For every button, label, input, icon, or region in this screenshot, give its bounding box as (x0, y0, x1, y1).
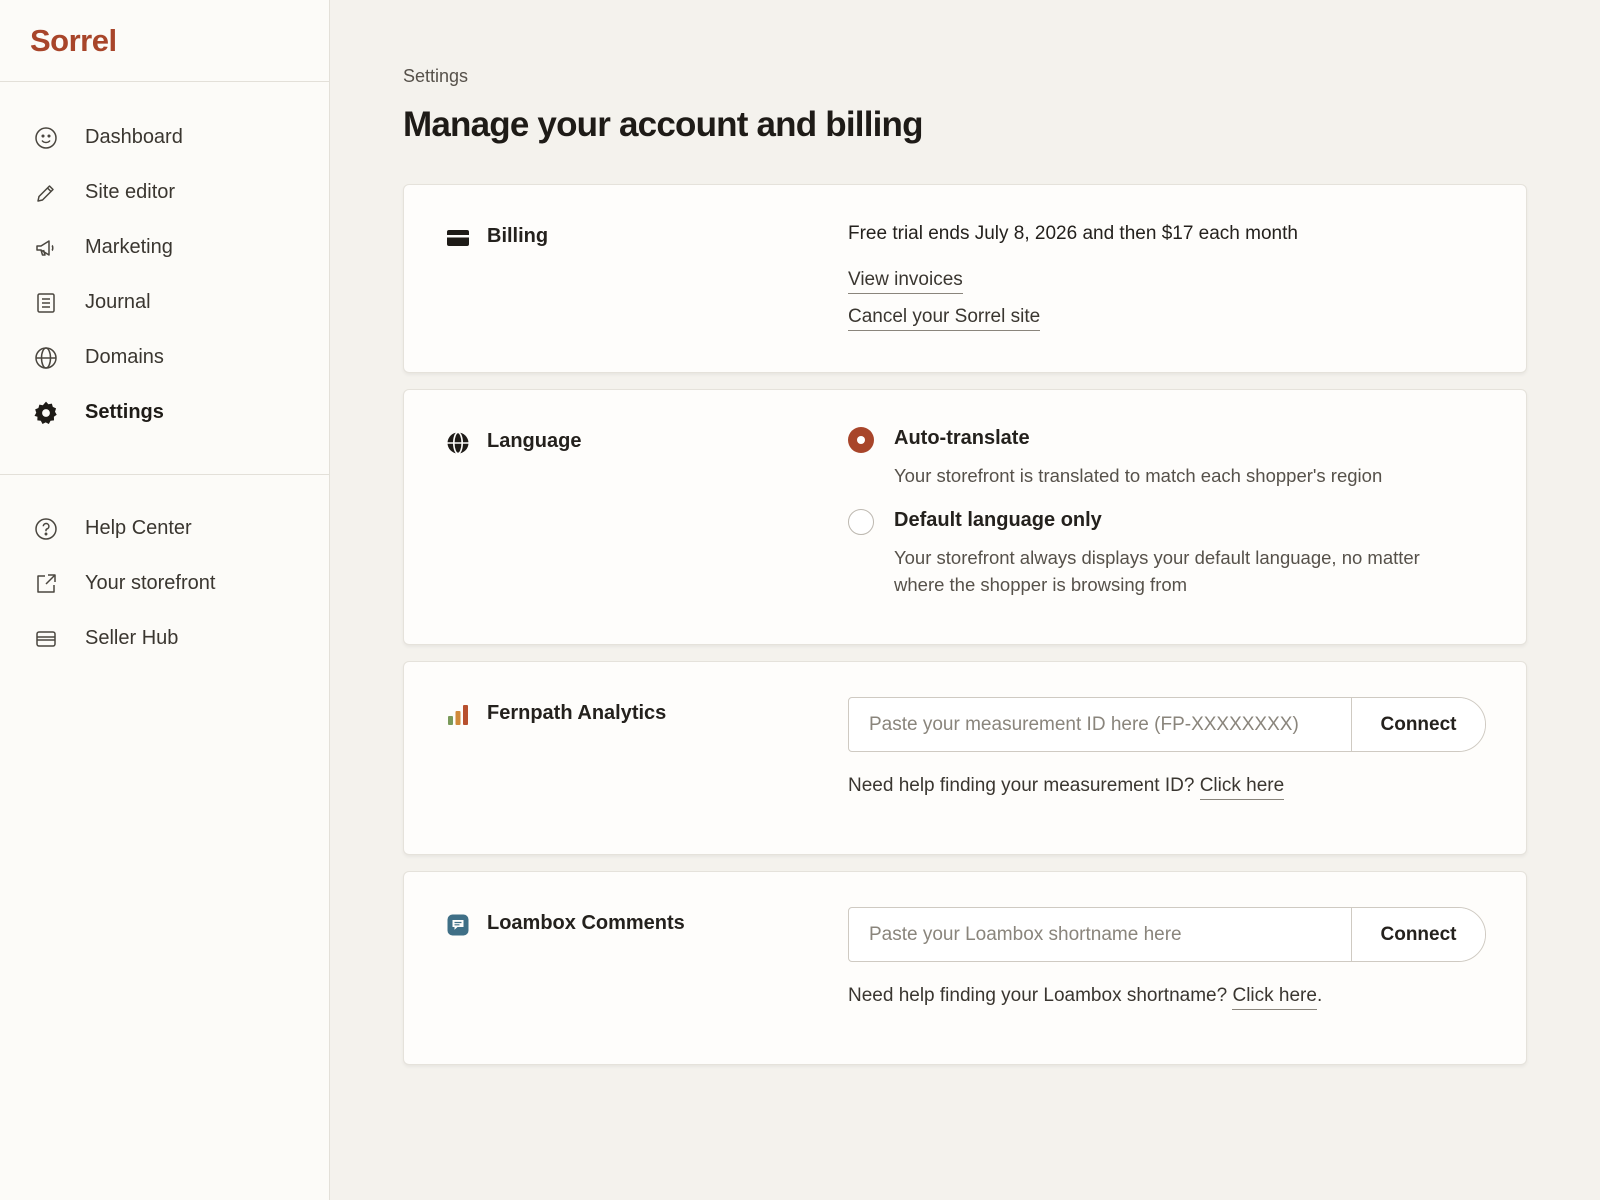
smiley-icon (33, 125, 59, 151)
sidebar-item-seller-hub[interactable]: Seller Hub (0, 611, 329, 666)
sidebar: Sorrel Dashboard Site editor Marketing J… (0, 0, 330, 1200)
help-text: Need help finding your measurement ID? (848, 775, 1195, 796)
page-title: Manage your account and billing (403, 105, 924, 144)
language-title: Language (487, 430, 582, 452)
radio-unselected[interactable] (848, 509, 874, 535)
globe-icon (33, 345, 59, 371)
megaphone-icon (33, 235, 59, 261)
secondary-nav: Help Center Your storefront Seller Hub (0, 475, 329, 694)
connect-comments-button[interactable]: Connect (1351, 908, 1485, 961)
measurement-id-input[interactable] (849, 698, 1351, 751)
comments-help-link[interactable]: Click here (1232, 985, 1317, 1010)
comment-bubble-icon (446, 913, 470, 937)
radio-selected[interactable] (848, 427, 874, 453)
analytics-body: Connect Need help finding your measureme… (848, 662, 1526, 854)
help-suffix: . (1316, 985, 1323, 1006)
document-icon (33, 290, 59, 316)
sidebar-item-label: Help Center (85, 517, 192, 539)
option-auto-translate[interactable]: Auto-translate Your storefront is transl… (848, 427, 1486, 489)
sidebar-item-your-storefront[interactable]: Your storefront (0, 556, 329, 611)
primary-nav: Dashboard Site editor Marketing Journal … (0, 82, 329, 475)
comments-header: Loambox Comments (404, 872, 848, 1064)
comments-card: Loambox Comments Connect Need help findi… (403, 871, 1527, 1065)
sidebar-item-label: Your storefront (85, 572, 216, 594)
view-invoices-link[interactable]: View invoices (848, 269, 963, 294)
help-text: Need help finding your Loambox shortname… (848, 985, 1228, 1006)
sidebar-item-dashboard[interactable]: Dashboard (0, 110, 329, 165)
language-options: Auto-translate Your storefront is transl… (848, 390, 1526, 644)
sidebar-item-site-editor[interactable]: Site editor (0, 165, 329, 220)
analytics-help: Need help finding your measurement ID? C… (848, 775, 1486, 800)
credit-card-icon (446, 226, 470, 250)
app-root: Sorrel Dashboard Site editor Marketing J… (0, 0, 1600, 1200)
analytics-card: Fernpath Analytics Connect Need help fin… (403, 661, 1527, 855)
sidebar-item-label: Marketing (85, 236, 173, 258)
shortname-field: Connect (848, 907, 1486, 962)
comments-help: Need help finding your Loambox shortname… (848, 985, 1486, 1010)
billing-title: Billing (487, 225, 549, 247)
shortname-input[interactable] (849, 908, 1351, 961)
pencil-icon (33, 180, 59, 206)
sidebar-item-label: Journal (85, 291, 151, 313)
sidebar-item-label: Site editor (85, 181, 176, 203)
question-icon (33, 516, 59, 542)
sidebar-item-label: Dashboard (85, 126, 183, 148)
billing-header: Billing (404, 185, 848, 372)
analytics-help-link[interactable]: Click here (1199, 775, 1285, 800)
analytics-header: Fernpath Analytics (404, 662, 848, 854)
language-card: Language Auto-translate Your storefront … (403, 389, 1527, 645)
sidebar-item-settings[interactable]: Settings (0, 385, 329, 440)
globe-icon (446, 431, 470, 455)
sidebar-item-label: Settings (85, 401, 164, 423)
card-icon (33, 626, 59, 652)
connect-analytics-button[interactable]: Connect (1351, 698, 1485, 751)
cancel-site-link[interactable]: Cancel your Sorrel site (848, 306, 1041, 331)
sidebar-item-label: Seller Hub (85, 627, 179, 649)
sidebar-item-help-center[interactable]: Help Center (0, 501, 329, 556)
option-label: Default language only (894, 509, 1102, 531)
sidebar-item-domains[interactable]: Domains (0, 330, 329, 385)
sidebar-item-journal[interactable]: Journal (0, 275, 329, 330)
sidebar-item-marketing[interactable]: Marketing (0, 220, 329, 275)
bar-chart-icon (446, 703, 470, 727)
billing-body: Free trial ends July 8, 2026 and then $1… (848, 185, 1526, 372)
breadcrumb: Settings (403, 66, 469, 86)
option-label: Auto-translate (894, 427, 1030, 449)
gear-icon (33, 400, 59, 426)
sidebar-item-label: Domains (85, 346, 164, 368)
language-header: Language (404, 390, 848, 644)
comments-title: Loambox Comments (487, 912, 685, 934)
trial-status: Free trial ends July 8, 2026 and then $1… (848, 223, 1298, 244)
billing-links: View invoices Cancel your Sorrel site (848, 269, 1486, 343)
option-description: Your storefront is translated to match e… (894, 465, 1383, 486)
brand-logo[interactable]: Sorrel (0, 0, 329, 82)
analytics-title: Fernpath Analytics (487, 702, 667, 724)
option-default-language[interactable]: Default language only Your storefront al… (848, 509, 1486, 598)
external-link-icon (33, 571, 59, 597)
main-content: Settings Manage your account and billing… (330, 0, 1600, 1200)
billing-card: Billing Free trial ends July 8, 2026 and… (403, 184, 1527, 373)
measurement-id-field: Connect (848, 697, 1486, 752)
option-description: Your storefront always displays your def… (894, 547, 1420, 595)
comments-body: Connect Need help finding your Loambox s… (848, 872, 1526, 1064)
